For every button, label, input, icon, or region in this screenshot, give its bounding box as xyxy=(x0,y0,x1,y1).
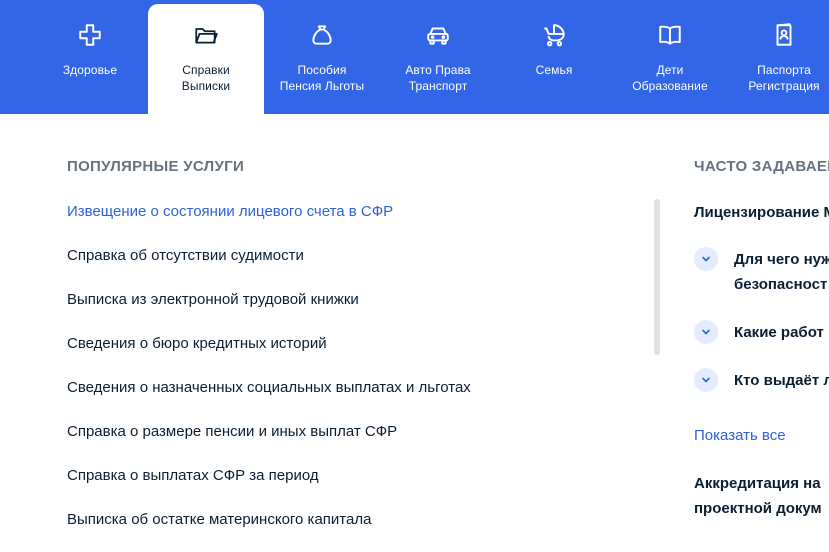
service-link-sfr-payments-period[interactable]: Справка о выплатах СФР за период xyxy=(67,466,319,486)
service-link-credit-bureau[interactable]: Сведения о бюро кредитных историй xyxy=(67,334,327,354)
service-link-sfr-account[interactable]: Извещение о состоянии лицевого счета в С… xyxy=(67,202,393,222)
tab-health[interactable]: Здоровье xyxy=(32,0,148,114)
faq-question[interactable]: Кто выдаёт л xyxy=(694,368,829,398)
category-nav: Здоровье Справки Выписки Пособия Пенсия … xyxy=(0,0,829,114)
tab-passports[interactable]: Паспорта Регистрация xyxy=(726,0,829,114)
service-link-criminal-record[interactable]: Справка об отсутствии судимости xyxy=(67,246,304,266)
faq-question-text: Какие работ xyxy=(734,324,824,341)
tab-label: Дети Образование xyxy=(632,63,708,93)
tab-certificates[interactable]: Справки Выписки xyxy=(148,4,264,114)
faq-group-accreditation: Аккредитация на проектной докум xyxy=(694,475,822,517)
tab-label: Семья xyxy=(535,63,573,77)
chevron-down-icon[interactable] xyxy=(694,247,718,271)
chevron-down-icon[interactable] xyxy=(694,320,718,344)
service-link-social-payments[interactable]: Сведения о назначенных социальных выплат… xyxy=(67,378,471,398)
chevron-down-icon[interactable] xyxy=(694,368,718,392)
tab-benefits[interactable]: Пособия Пенсия Льготы xyxy=(264,0,380,114)
tab-label: Авто Права Транспорт xyxy=(405,63,471,93)
tab-label: Паспорта Регистрация xyxy=(748,63,820,93)
faq-question[interactable]: Какие работ xyxy=(694,320,829,350)
service-link-maternity-capital[interactable]: Выписка об остатке материнского капитала xyxy=(67,510,371,530)
plus-cross-icon xyxy=(77,22,103,48)
faq-group-licensing: Лицензирование М xyxy=(694,204,829,221)
faq-question-text: Кто выдаёт л xyxy=(734,372,829,389)
tab-label: Пособия Пенсия Льготы xyxy=(279,63,365,93)
faq-question[interactable]: Для чего нуж безопасност xyxy=(694,247,829,293)
stroller-icon xyxy=(541,22,567,48)
passport-icon xyxy=(771,22,797,48)
tab-label: Здоровье xyxy=(62,63,118,77)
tab-children[interactable]: Дети Образование xyxy=(612,0,728,114)
faq-title: ЧАСТО ЗАДАВАЕМ xyxy=(694,158,829,175)
faq-question-text: Для чего нуж безопасност xyxy=(734,251,829,293)
tab-auto[interactable]: Авто Права Транспорт xyxy=(380,0,496,114)
service-link-work-book[interactable]: Выписка из электронной трудовой книжки xyxy=(67,290,359,310)
money-bag-icon xyxy=(309,22,335,48)
book-icon xyxy=(657,22,683,48)
folder-icon xyxy=(193,22,219,48)
popular-list-scrollbar[interactable] xyxy=(654,199,660,355)
popular-services-title: ПОПУЛЯРНЫЕ УСЛУГИ xyxy=(67,158,245,175)
car-icon xyxy=(425,22,451,48)
faq-show-all-link[interactable]: Показать все xyxy=(694,427,786,444)
tab-family[interactable]: Семья xyxy=(496,0,612,114)
tab-label: Справки Выписки xyxy=(181,63,231,93)
service-link-pension-amount[interactable]: Справка о размере пенсии и иных выплат С… xyxy=(67,422,397,442)
